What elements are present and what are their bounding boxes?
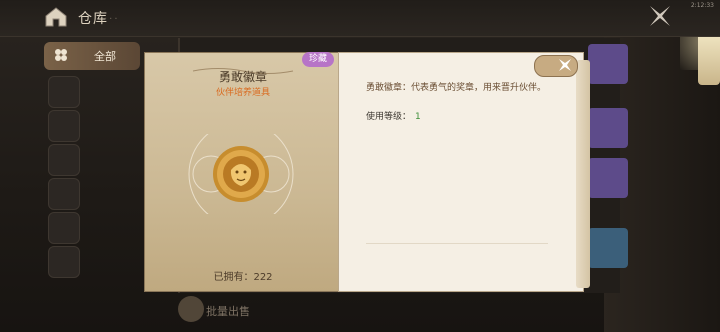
sidebar-item-misc[interactable] xyxy=(48,246,80,278)
candle-decoration xyxy=(698,30,720,85)
item-slot[interactable] xyxy=(588,158,628,198)
sidebar-item-materials[interactable] xyxy=(48,110,80,142)
owned-count: 已拥有：222 xyxy=(213,272,273,283)
sidebar-item-tools[interactable] xyxy=(48,76,80,108)
medal-lion-icon xyxy=(188,134,294,214)
item-type: 伙伴培养道具 xyxy=(215,88,270,98)
sidebar-item-chests[interactable] xyxy=(48,178,80,210)
clover-icon xyxy=(55,49,67,61)
item-slot[interactable] xyxy=(588,44,628,84)
rarity-badge: 珍藏 xyxy=(302,52,334,67)
coin-icon[interactable] xyxy=(178,296,204,322)
batch-sell-button[interactable]: 批量出售 xyxy=(206,303,250,319)
sidebar-item-label: 全部 xyxy=(94,50,116,63)
home-icon[interactable] xyxy=(44,6,68,28)
close-x-icon[interactable] xyxy=(558,58,572,72)
item-slot[interactable] xyxy=(588,108,628,148)
level-label: 使用等级： xyxy=(366,112,412,122)
sidebar-item-equipment[interactable] xyxy=(48,144,80,176)
divider xyxy=(366,243,548,244)
item-name: 勇敢徽章 xyxy=(218,70,267,84)
level-row: 使用等级： 1 xyxy=(366,109,421,122)
clock: 2:12:33 xyxy=(690,2,714,9)
item-slot[interactable] xyxy=(588,228,628,268)
sidebar-item-spirits[interactable] xyxy=(48,212,80,244)
item-description: 勇敢徽章：代表勇气的奖章，用来晋升伙伴。 xyxy=(366,83,547,93)
title-decoration: ··· xyxy=(104,14,120,25)
scroll-edge xyxy=(576,60,590,288)
close-x-icon[interactable] xyxy=(648,4,672,28)
level-value: 1 xyxy=(415,112,421,122)
